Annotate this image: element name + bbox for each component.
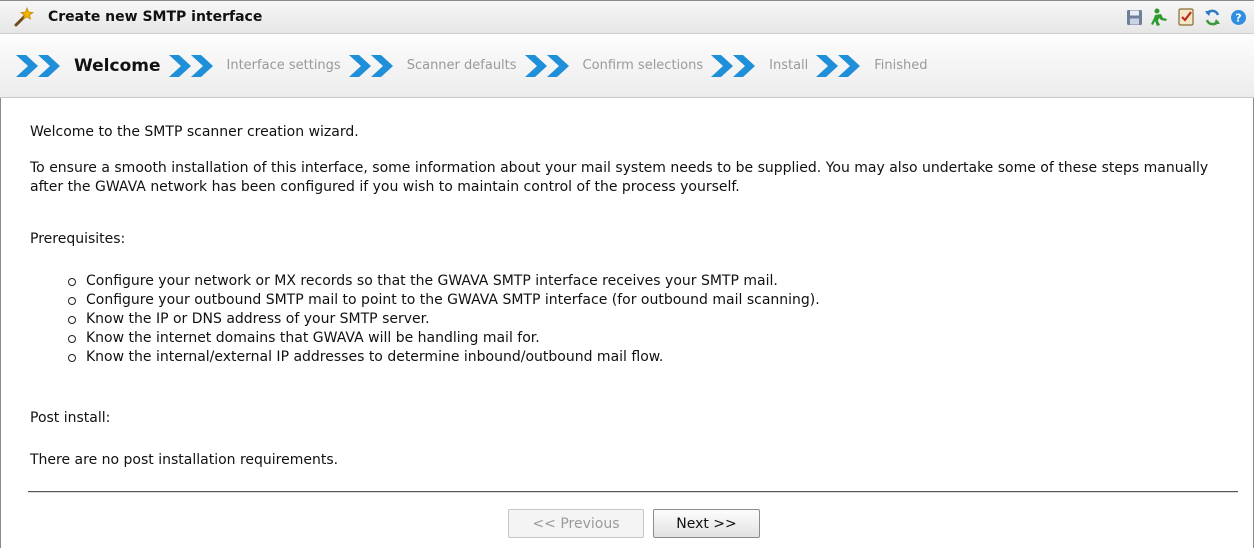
list-item-text: Know the IP or DNS address of your SMTP … [86, 311, 430, 327]
step-confirm-selections: Confirm selections [524, 53, 704, 79]
list-item: Know the internal/external IP addresses … [68, 348, 820, 367]
chevron-double-right-icon [711, 54, 756, 77]
list-item-text: Know the internet domains that GWAVA wil… [86, 330, 540, 346]
svg-text:?: ? [1235, 11, 1241, 24]
chevron-double-right-icon [816, 54, 861, 77]
chevron-double-right-icon [168, 54, 213, 77]
list-item-text: Configure your outbound SMTP mail to poi… [86, 292, 820, 308]
step-interface-settings: Interface settings [168, 53, 341, 79]
list-item-text: Know the internal/external IP addresses … [86, 349, 664, 365]
checklist-icon[interactable] [1176, 7, 1196, 27]
next-button[interactable]: Next >> [653, 509, 760, 538]
chevron-double-right-icon [348, 54, 393, 77]
step-label: Interface settings [226, 58, 341, 73]
step-label: Install [769, 58, 809, 73]
step-label: Scanner defaults [406, 58, 517, 73]
wizard-steps: Welcome Interface settings Scanner defau… [0, 34, 1254, 98]
chevron-double-right-icon [524, 54, 569, 77]
title-bar: Create new SMTP interface ? [0, 0, 1254, 34]
step-label: Welcome [74, 55, 161, 76]
save-icon[interactable] [1124, 7, 1144, 27]
list-item: Know the IP or DNS address of your SMTP … [68, 310, 820, 329]
list-item-text: Configure your network or MX records so … [86, 273, 778, 289]
bullet-circle-icon [68, 334, 76, 343]
prerequisites-list: Configure your network or MX records so … [68, 272, 820, 367]
refresh-icon[interactable] [1202, 7, 1222, 27]
step-finished: Finished [816, 53, 928, 79]
footer-divider [28, 491, 1238, 493]
list-item: Configure your network or MX records so … [68, 272, 820, 291]
step-label: Confirm selections [582, 58, 704, 73]
wizard-wand-icon [14, 6, 34, 27]
run-icon[interactable] [1150, 7, 1170, 27]
description-text: To ensure a smooth installation of this … [30, 160, 1209, 195]
step-scanner-defaults: Scanner defaults [348, 53, 517, 79]
bullet-circle-icon [68, 315, 76, 324]
chevron-double-right-icon [16, 54, 60, 77]
step-install: Install [711, 53, 808, 79]
post-install-heading: Post install: [30, 410, 111, 426]
bullet-circle-icon [68, 296, 76, 305]
list-item: Know the internet domains that GWAVA wil… [68, 329, 820, 348]
previous-button[interactable]: << Previous [508, 509, 644, 538]
prerequisites-heading: Prerequisites: [30, 231, 126, 247]
intro-text: Welcome to the SMTP scanner creation wiz… [30, 124, 359, 140]
help-icon[interactable]: ? [1228, 7, 1248, 27]
step-label: Finished [874, 58, 928, 73]
bullet-circle-icon [68, 277, 76, 286]
window-title: Create new SMTP interface [48, 9, 263, 25]
bullet-circle-icon [68, 353, 76, 362]
post-install-text: There are no post installation requireme… [30, 452, 339, 468]
toolbar: ? [1124, 7, 1248, 27]
step-welcome: Welcome [16, 53, 161, 79]
list-item: Configure your outbound SMTP mail to poi… [68, 291, 820, 310]
